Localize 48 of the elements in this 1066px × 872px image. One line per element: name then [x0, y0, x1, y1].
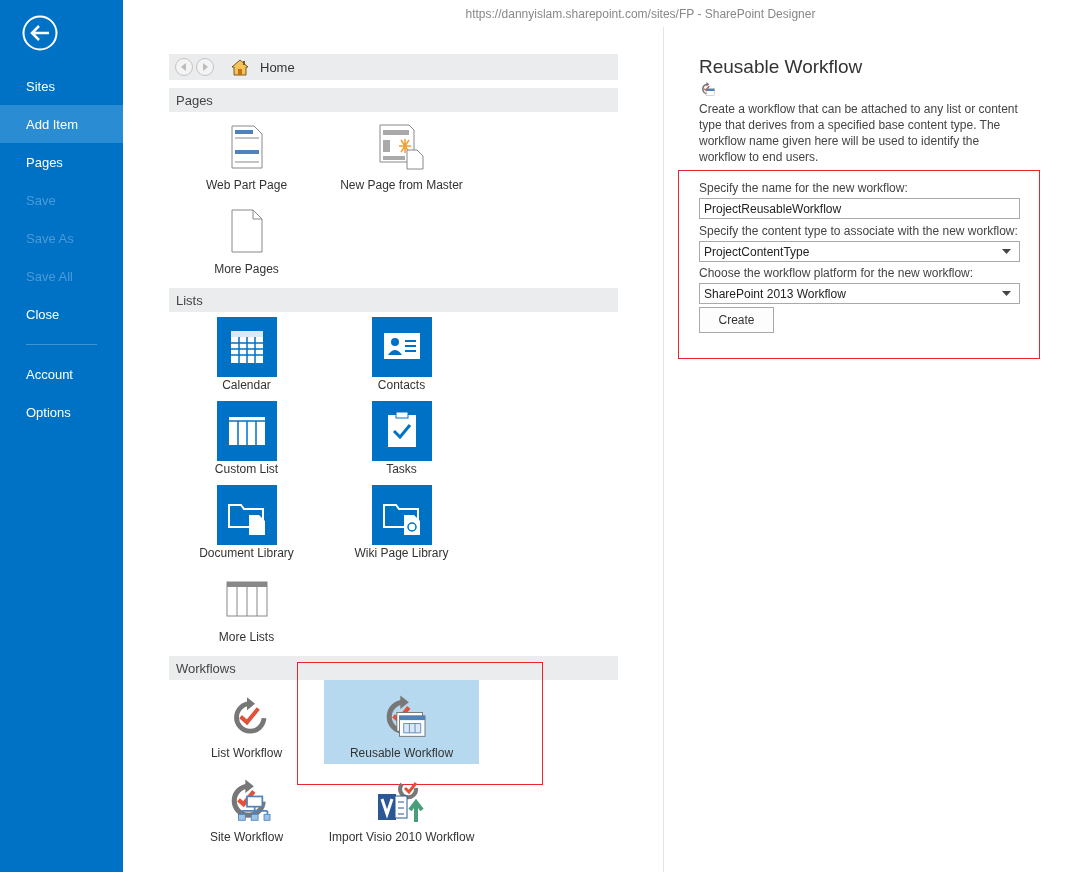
caret-icon — [1002, 249, 1011, 254]
gallery-item[interactable]: List Workflow — [169, 680, 324, 764]
sidebar-item[interactable]: Close — [0, 295, 123, 333]
gallery-item[interactable]: More Lists — [169, 564, 324, 648]
name-input-field[interactable]: ProjectReusableWorkflow — [699, 198, 1020, 219]
gallery-item[interactable]: Calendar — [169, 312, 324, 396]
dropdown[interactable]: SharePoint 2013 Workflow — [699, 283, 1020, 304]
panel-title: Reusable Workflow — [699, 56, 863, 78]
page-with-star-icon — [378, 124, 425, 170]
sidebar-item[interactable]: Add Item — [0, 105, 123, 143]
breadcrumb-link[interactable]: Home — [260, 59, 295, 75]
gallery-item[interactable]: Wiki Page Library — [324, 480, 479, 564]
table-icon — [225, 581, 268, 617]
section-header: Lists — [169, 288, 618, 312]
description-text: Create a workflow that can be attached to any list or content type that derives from a specified base content type. The workflow name given here will be used to identify the workflow to end users. — [699, 101, 1019, 165]
sidebar-item[interactable]: Sites — [0, 67, 123, 105]
gallery-item[interactable]: Web Part Page — [169, 112, 324, 196]
field-label: Choose the workflow platform for the new workflow: — [699, 265, 975, 281]
section-header: Workflows — [169, 656, 618, 680]
gallery-item[interactable]: Import Visio 2010 Workflow — [324, 764, 479, 848]
workflow-table-icon — [699, 81, 715, 96]
table-icon — [216, 401, 277, 461]
dropdown[interactable]: ProjectContentType — [699, 241, 1020, 262]
contact-card-icon — [371, 317, 432, 377]
window-title: https://dannyislam.sharepoint.com/sites/FP - SharePoint Designer — [465, 6, 816, 21]
folder-document-icon — [216, 485, 277, 545]
folder-page-icon — [371, 485, 432, 545]
blank-page-icon — [230, 209, 263, 253]
gallery-item[interactable]: Site Workflow — [169, 764, 324, 848]
web-part-page-icon — [230, 125, 263, 169]
field-label: Specify the name for the new workflow: — [699, 180, 909, 196]
section-header: Pages — [169, 88, 618, 112]
gallery-item[interactable]: Document Library — [169, 480, 324, 564]
clipboard-check-icon — [371, 401, 432, 461]
caret-icon — [1002, 291, 1011, 296]
sidebar-item[interactable]: Options — [0, 393, 123, 431]
gallery-item[interactable]: Custom List — [169, 396, 324, 480]
home-icon[interactable] — [231, 58, 249, 76]
calendar-icon — [216, 317, 277, 377]
sidebar-item[interactable]: Pages — [0, 143, 123, 181]
gallery-item[interactable]: Tasks — [324, 396, 479, 480]
gallery-item[interactable]: More Pages — [169, 196, 324, 280]
gallery-item[interactable]: Reusable Workflow — [324, 680, 479, 764]
gallery-item[interactable]: New Page from Master — [324, 112, 479, 196]
field-label: Specify the content type to associate with the new workflow: — [699, 223, 1019, 239]
sidebar-item[interactable]: Account — [0, 355, 123, 393]
create-button[interactable]: Create — [699, 307, 774, 333]
gallery-item[interactable]: Contacts — [324, 312, 479, 396]
